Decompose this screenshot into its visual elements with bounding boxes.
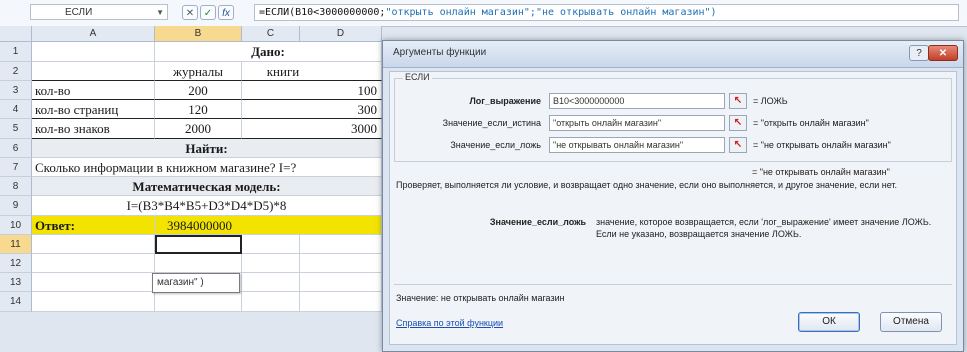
argument-row: Значение_если_истина "открыть онлайн маг… bbox=[395, 115, 951, 131]
cell[interactable] bbox=[32, 62, 155, 81]
row-header[interactable]: 10 bbox=[0, 216, 32, 235]
cell[interactable] bbox=[242, 254, 300, 273]
cell-edit-tooltip: магазин" ) bbox=[152, 273, 240, 293]
active-cell[interactable] bbox=[155, 235, 242, 254]
cell-qty-books[interactable]: 100 bbox=[242, 81, 382, 100]
cell-pages-books[interactable]: 300 bbox=[242, 100, 382, 119]
cell-pages-label[interactable]: кол-во страниц bbox=[32, 100, 155, 119]
cell-find-header[interactable]: Найти: bbox=[32, 139, 382, 158]
cell[interactable] bbox=[242, 235, 300, 254]
row-header[interactable]: 7 bbox=[0, 158, 32, 177]
row-header[interactable]: 4 bbox=[0, 100, 32, 119]
row-header[interactable]: 3 bbox=[0, 81, 32, 100]
cell[interactable] bbox=[300, 292, 382, 312]
ok-button[interactable]: ОК bbox=[798, 312, 860, 332]
collapse-dialog-icon[interactable]: ↖ bbox=[729, 115, 747, 131]
cell-qty-journals[interactable]: 200 bbox=[155, 81, 242, 100]
cell[interactable] bbox=[32, 42, 155, 62]
cell-pages-journals[interactable]: 120 bbox=[155, 100, 242, 119]
dialog-title: Аргументы функции bbox=[393, 47, 487, 58]
cell-answer-label[interactable]: Ответ: bbox=[32, 216, 155, 235]
cell-journals[interactable]: журналы bbox=[155, 62, 242, 81]
cancel-button[interactable]: Отмена bbox=[880, 312, 942, 332]
enter-icon[interactable]: ✓ bbox=[200, 5, 216, 20]
arg-label: Лог_выражение bbox=[469, 96, 541, 106]
overall-result: = "не открывать онлайн магазин" bbox=[752, 167, 890, 177]
row-header[interactable]: 6 bbox=[0, 139, 32, 158]
column-header-c[interactable]: C bbox=[242, 26, 300, 42]
arg-label: Значение_если_ложь bbox=[450, 140, 541, 150]
row-header[interactable]: 11 bbox=[0, 235, 32, 254]
cell[interactable] bbox=[300, 235, 382, 254]
insert-function-icon[interactable]: fx bbox=[218, 5, 234, 20]
cancel-icon[interactable]: ✕ bbox=[182, 5, 198, 20]
cell-chars-journals[interactable]: 2000 bbox=[155, 119, 242, 139]
row-header[interactable]: 1 bbox=[0, 42, 32, 62]
param-description: значение, которое возвращается, если 'ло… bbox=[596, 217, 932, 239]
arg-input-logical-test[interactable]: B10<3000000000 bbox=[549, 93, 725, 109]
cell-given-header[interactable]: Дано: bbox=[155, 42, 382, 62]
arg-result: = "не открывать онлайн магазин" bbox=[753, 140, 891, 150]
cell[interactable] bbox=[155, 292, 242, 312]
cell[interactable] bbox=[155, 254, 242, 273]
cell-chars-label[interactable]: кол-во знаков bbox=[32, 119, 155, 139]
arg-result: = ЛОЖЬ bbox=[753, 96, 788, 106]
row-header[interactable]: 12 bbox=[0, 254, 32, 273]
cell[interactable] bbox=[300, 254, 382, 273]
formula-input[interactable]: =ЕСЛИ(B10<3000000000;"открыть онлайн маг… bbox=[254, 4, 959, 21]
column-header-a[interactable]: A bbox=[32, 26, 155, 42]
function-name: ЕСЛИ bbox=[403, 72, 432, 82]
cell[interactable] bbox=[32, 235, 155, 254]
divider bbox=[394, 284, 952, 285]
argument-row: Значение_если_ложь "не открывать онлайн … bbox=[395, 137, 951, 153]
column-header-d[interactable]: D bbox=[300, 26, 382, 42]
cell[interactable] bbox=[32, 273, 155, 292]
arg-label: Значение_если_истина bbox=[442, 118, 541, 128]
collapse-dialog-icon[interactable]: ↖ bbox=[729, 93, 747, 109]
cell-question[interactable]: Сколько информации в книжном магазине? I… bbox=[32, 158, 382, 177]
row-header[interactable]: 14 bbox=[0, 292, 32, 312]
formula-prefix: =ЕСЛИ(B10<3000000000; bbox=[259, 7, 386, 18]
cell-qty-label[interactable]: кол-во bbox=[32, 81, 155, 100]
close-icon[interactable]: ✕ bbox=[928, 45, 958, 61]
cell-chars-books[interactable]: 3000 bbox=[242, 119, 382, 139]
collapse-dialog-icon[interactable]: ↖ bbox=[729, 137, 747, 153]
cell-books[interactable]: книги bbox=[242, 62, 382, 81]
cell[interactable] bbox=[300, 273, 382, 292]
row-header[interactable]: 5 bbox=[0, 119, 32, 139]
cell[interactable] bbox=[32, 292, 155, 312]
formula-result: Значение: не открывать онлайн магазин bbox=[396, 293, 565, 303]
row-header[interactable]: 13 bbox=[0, 273, 32, 292]
function-arguments-dialog: Аргументы функции ? ✕ ЕСЛИ Лог_выражение… bbox=[382, 40, 964, 352]
cell-answer-value[interactable]: 3984000000 bbox=[155, 216, 382, 235]
formula-bar: ЕСЛИ ▼ ✕ ✓ fx =ЕСЛИ(B10<3000000000;"откр… bbox=[0, 0, 967, 27]
select-all-corner[interactable] bbox=[0, 26, 32, 42]
name-box[interactable]: ЕСЛИ ▼ bbox=[30, 4, 168, 20]
help-link[interactable]: Справка по этой функции bbox=[396, 318, 503, 328]
dialog-body: ЕСЛИ Лог_выражение B10<3000000000 ↖ = ЛО… bbox=[389, 71, 957, 345]
name-box-value: ЕСЛИ bbox=[65, 7, 93, 18]
param-name: Значение_если_ложь bbox=[489, 217, 586, 227]
cell-model-header[interactable]: Математическая модель: bbox=[32, 177, 382, 196]
cell[interactable] bbox=[32, 254, 155, 273]
formula-args: "открыть онлайн магазин";"не открывать о… bbox=[385, 7, 717, 18]
arg-input-value-if-false[interactable]: "не открывать онлайн магазин" bbox=[549, 137, 725, 153]
cell[interactable] bbox=[242, 273, 300, 292]
arg-result: = "открыть онлайн магазин" bbox=[753, 118, 869, 128]
column-header-b[interactable]: B bbox=[155, 26, 242, 42]
argument-row: Лог_выражение B10<3000000000 ↖ = ЛОЖЬ bbox=[395, 93, 951, 109]
row-header[interactable]: 2 bbox=[0, 62, 32, 81]
row-header[interactable]: 8 bbox=[0, 177, 32, 196]
help-icon[interactable]: ? bbox=[909, 45, 929, 61]
cell-model-formula[interactable]: I=(B3*B4*B5+D3*D4*D5)*8 bbox=[32, 196, 382, 216]
row-header[interactable]: 9 bbox=[0, 196, 32, 216]
arg-input-value-if-true[interactable]: "открыть онлайн магазин" bbox=[549, 115, 725, 131]
function-description: Проверяет, выполняется ли условие, и воз… bbox=[396, 180, 898, 190]
dialog-titlebar[interactable]: Аргументы функции ? ✕ bbox=[383, 41, 963, 68]
arguments-group: ЕСЛИ Лог_выражение B10<3000000000 ↖ = ЛО… bbox=[394, 72, 952, 162]
cell[interactable] bbox=[242, 292, 300, 312]
chevron-down-icon[interactable]: ▼ bbox=[156, 5, 164, 21]
